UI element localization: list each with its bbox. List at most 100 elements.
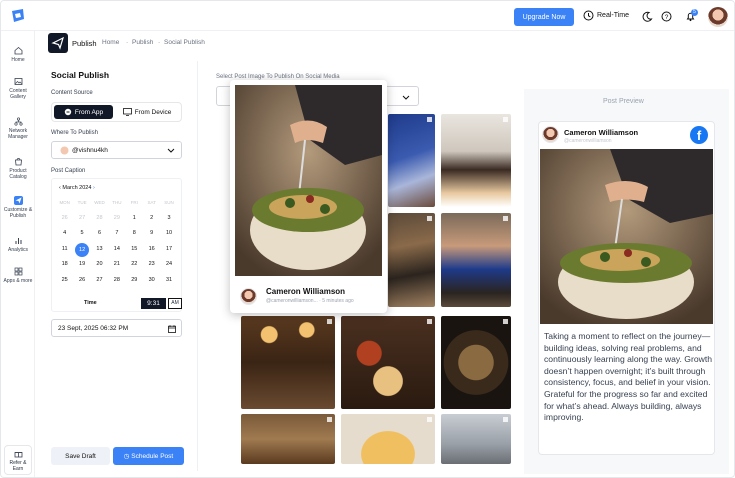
photo-tile[interactable] (441, 114, 511, 207)
breadcrumb-home[interactable]: Home (102, 39, 119, 46)
calendar-day[interactable]: 8 (126, 226, 143, 242)
calendar-day[interactable]: 5 (73, 226, 90, 242)
calendar-day[interactable]: 4 (56, 226, 73, 242)
breadcrumb-separator: · (126, 39, 129, 46)
account-select[interactable]: @vishnu4kh (51, 141, 182, 159)
photo-tile[interactable] (388, 114, 435, 207)
select-checkbox[interactable] (327, 417, 332, 422)
calendar-day[interactable]: 13 (91, 242, 108, 258)
calendar-month-label: March 2024 (62, 185, 92, 191)
upgrade-now-button[interactable]: Upgrade Now (514, 8, 574, 26)
notification-badge: 5 (691, 9, 698, 16)
calendar-day-selected[interactable]: 12 (75, 242, 90, 257)
select-checkbox[interactable] (427, 216, 432, 221)
calendar-day[interactable]: 2 (143, 211, 160, 227)
author-avatar (542, 126, 559, 143)
calendar-day[interactable]: 7 (108, 226, 125, 242)
photo-tile[interactable] (241, 316, 335, 409)
app-logo-icon[interactable] (9, 7, 27, 25)
breadcrumb-publish[interactable]: Publish (132, 39, 153, 46)
chevron-right-icon[interactable]: › (93, 185, 95, 191)
photo-tile[interactable] (388, 213, 435, 307)
from-device-button[interactable]: From Device (115, 105, 179, 119)
select-checkbox[interactable] (503, 216, 508, 221)
ampm-toggle[interactable]: AM (168, 298, 182, 309)
refer-label: Refer & Earn (9, 460, 27, 472)
select-checkbox[interactable] (427, 319, 432, 324)
sidebar-item-apps[interactable]: Apps & more (1, 267, 35, 284)
calendar-day[interactable]: 31 (160, 273, 177, 289)
time-value[interactable]: 9:31 (141, 298, 166, 309)
photo-tile[interactable] (341, 316, 435, 409)
sidebar-item-label: Home (11, 57, 25, 63)
calendar-day[interactable]: 30 (143, 273, 160, 289)
select-checkbox[interactable] (427, 117, 432, 122)
calendar-day[interactable]: 27 (73, 211, 90, 227)
calendar-day[interactable]: 27 (91, 273, 108, 289)
sidebar-item-network-manager[interactable]: Network Manager (1, 117, 35, 140)
save-draft-button[interactable]: Save Draft (51, 447, 110, 465)
calendar-day[interactable]: 9 (143, 226, 160, 242)
photo-tile[interactable] (241, 414, 335, 464)
select-checkbox[interactable] (503, 319, 508, 324)
calendar-day[interactable]: 10 (160, 226, 177, 242)
calendar-day[interactable]: 19 (73, 257, 90, 273)
calendar-day[interactable]: 6 (91, 226, 108, 242)
svg-text:?: ? (665, 14, 669, 21)
breadcrumb-separator: · (158, 39, 161, 46)
author-avatar (240, 288, 257, 305)
select-checkbox[interactable] (427, 417, 432, 422)
moon-icon[interactable] (642, 11, 653, 22)
help-icon[interactable]: ? (661, 11, 672, 22)
calendar-day[interactable]: 24 (160, 257, 177, 273)
sidebar-item-content-gallery[interactable]: Content Gallery (1, 77, 35, 100)
calendar-day[interactable]: 29 (108, 211, 125, 227)
calendar-day[interactable]: 20 (91, 257, 108, 273)
photo-tile[interactable] (341, 414, 435, 464)
sidebar-item-analytics[interactable]: Analytics (1, 236, 35, 253)
realtime-label: Real-Time (597, 12, 630, 19)
select-checkbox[interactable] (503, 117, 508, 122)
photo-tile[interactable] (441, 414, 511, 464)
sidebar-item-home[interactable]: Home (1, 46, 35, 63)
calendar-day[interactable]: 14 (108, 242, 125, 258)
calendar-day[interactable]: 26 (73, 273, 90, 289)
select-checkbox[interactable] (327, 319, 332, 324)
calendar-day[interactable]: 28 (108, 273, 125, 289)
chevron-down-icon (167, 148, 175, 153)
calendar-day[interactable]: 16 (143, 242, 160, 258)
calendar-day[interactable]: 18 (56, 257, 73, 273)
datetime-input[interactable]: 23 Sept, 2025 06:32 PM (51, 319, 182, 337)
calendar-grid: MON TUE WED THU FRI SAT SUN 26 27 28 29 1 2 3 4 5 6 7 8 9 10… (56, 195, 178, 288)
chevron-left-icon[interactable]: ‹ (59, 185, 61, 191)
calendar-icon[interactable] (168, 325, 176, 333)
account-value: @vishnu4kh (72, 147, 108, 154)
user-avatar[interactable] (708, 7, 728, 27)
refer-earn-button[interactable]: Refer & Earn (4, 445, 32, 475)
calendar-day[interactable]: 28 (91, 211, 108, 227)
realtime-toggle[interactable]: Real-Time (583, 10, 629, 21)
calendar-day[interactable]: 23 (143, 257, 160, 273)
calendar-day[interactable]: 26 (56, 211, 73, 227)
app-icon (64, 108, 72, 116)
from-app-button[interactable]: From App (54, 105, 113, 119)
content-source-label: Content Source (51, 90, 93, 96)
calendar-day[interactable]: 29 (126, 273, 143, 289)
calendar-day[interactable]: 3 (160, 211, 177, 227)
calendar-day[interactable]: 1 (126, 211, 143, 227)
select-checkbox[interactable] (503, 417, 508, 422)
sidebar-item-product-catalog[interactable]: Product Catalog (1, 157, 35, 180)
photo-tile[interactable] (441, 213, 511, 307)
calendar-day[interactable]: 22 (126, 257, 143, 273)
calendar-day[interactable]: 25 (56, 273, 73, 289)
schedule-post-button[interactable]: ◷ Schedule Post (113, 447, 184, 465)
calendar-day[interactable]: 21 (108, 257, 125, 273)
weekday-header: SUN (164, 200, 174, 205)
photo-tile[interactable] (441, 316, 511, 409)
calendar-day[interactable]: 11 (56, 242, 73, 258)
calendar-day[interactable]: 17 (160, 242, 177, 258)
calendar-day[interactable]: 15 (126, 242, 143, 258)
sidebar-item-customize-publish[interactable]: Customize & Publish (1, 196, 35, 219)
food-bowl-image (540, 149, 713, 324)
author-name: Cameron Williamson (564, 128, 639, 137)
